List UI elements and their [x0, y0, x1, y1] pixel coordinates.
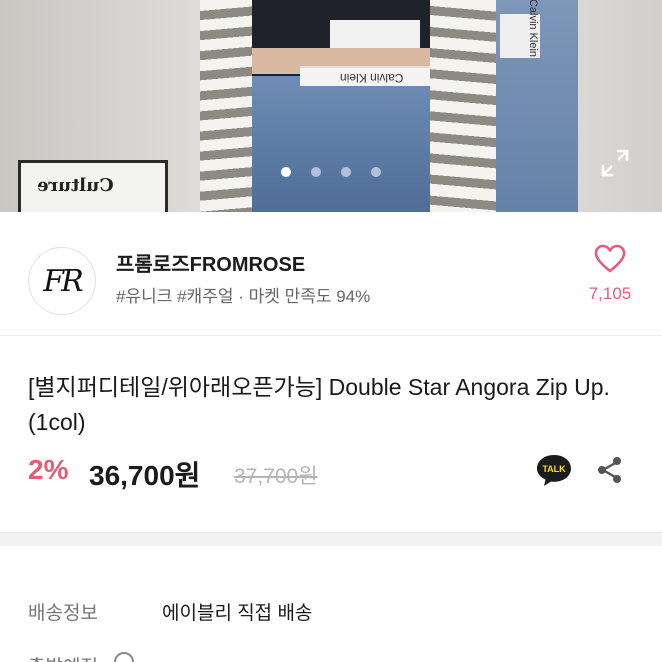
wall-poster: Culture: [18, 160, 168, 212]
striped-cardigan-left: [200, 0, 252, 212]
seller-name[interactable]: 프롬로즈FROMROSE: [116, 248, 305, 277]
kakao-talk-icon[interactable]: TALK: [534, 450, 574, 490]
original-price: 37,700원: [234, 465, 318, 488]
seller-logo-text: FR: [43, 264, 83, 299]
poster-text: Culture: [37, 175, 114, 196]
shipping-value: 에이블리 직접 배송: [162, 603, 313, 624]
departure-label: 출발예정: [28, 652, 98, 662]
white-tank: [330, 20, 420, 50]
like-count: 7,105: [588, 284, 632, 303]
jeans: [250, 76, 450, 212]
carousel-dot[interactable]: [371, 167, 381, 177]
share-icon[interactable]: [594, 454, 626, 486]
help-icon[interactable]: [114, 652, 134, 662]
striped-cardigan-right: [430, 0, 500, 212]
carousel-dot[interactable]: [281, 167, 291, 177]
product-title: [별지퍼디테일/위아래오픈가능] Double Star Angora Zip …: [28, 374, 610, 435]
expand-icon[interactable]: [600, 148, 630, 178]
waistband: Calvin Klein: [300, 66, 440, 86]
waistband-text: Calvin Klein: [340, 71, 404, 85]
jeans-waistband-right: Calvin Klein: [500, 0, 540, 58]
jeans-band-text: Calvin Klein: [527, 0, 540, 58]
sale-price: 36,700원: [89, 460, 201, 491]
section-separator: [0, 532, 662, 546]
carousel-dot[interactable]: [341, 167, 351, 177]
carousel-dot[interactable]: [311, 167, 321, 177]
shipping-label: 배송정보: [28, 603, 98, 624]
shipping-info: 배송정보 에이블리 직접 배송 출발예정: [0, 546, 662, 662]
seller-info[interactable]: FR 프롬로즈FROMROSE #유니크 #캐주얼 · 마켓 만족도 94% 7…: [0, 212, 662, 336]
heart-icon[interactable]: [594, 244, 626, 274]
product-info: [별지퍼디테일/위아래오픈가능] Double Star Angora Zip …: [0, 336, 662, 536]
seller-tags: #유니크 #캐주얼 · 마켓 만족도 94%: [116, 287, 371, 306]
discount-rate: 2%: [28, 454, 69, 485]
product-image-carousel[interactable]: Culture Calvin Klein Calvin Klein: [0, 0, 662, 212]
talk-label: TALK: [542, 464, 566, 474]
seller-avatar[interactable]: FR: [28, 247, 96, 315]
carousel-indicator: [281, 167, 381, 177]
